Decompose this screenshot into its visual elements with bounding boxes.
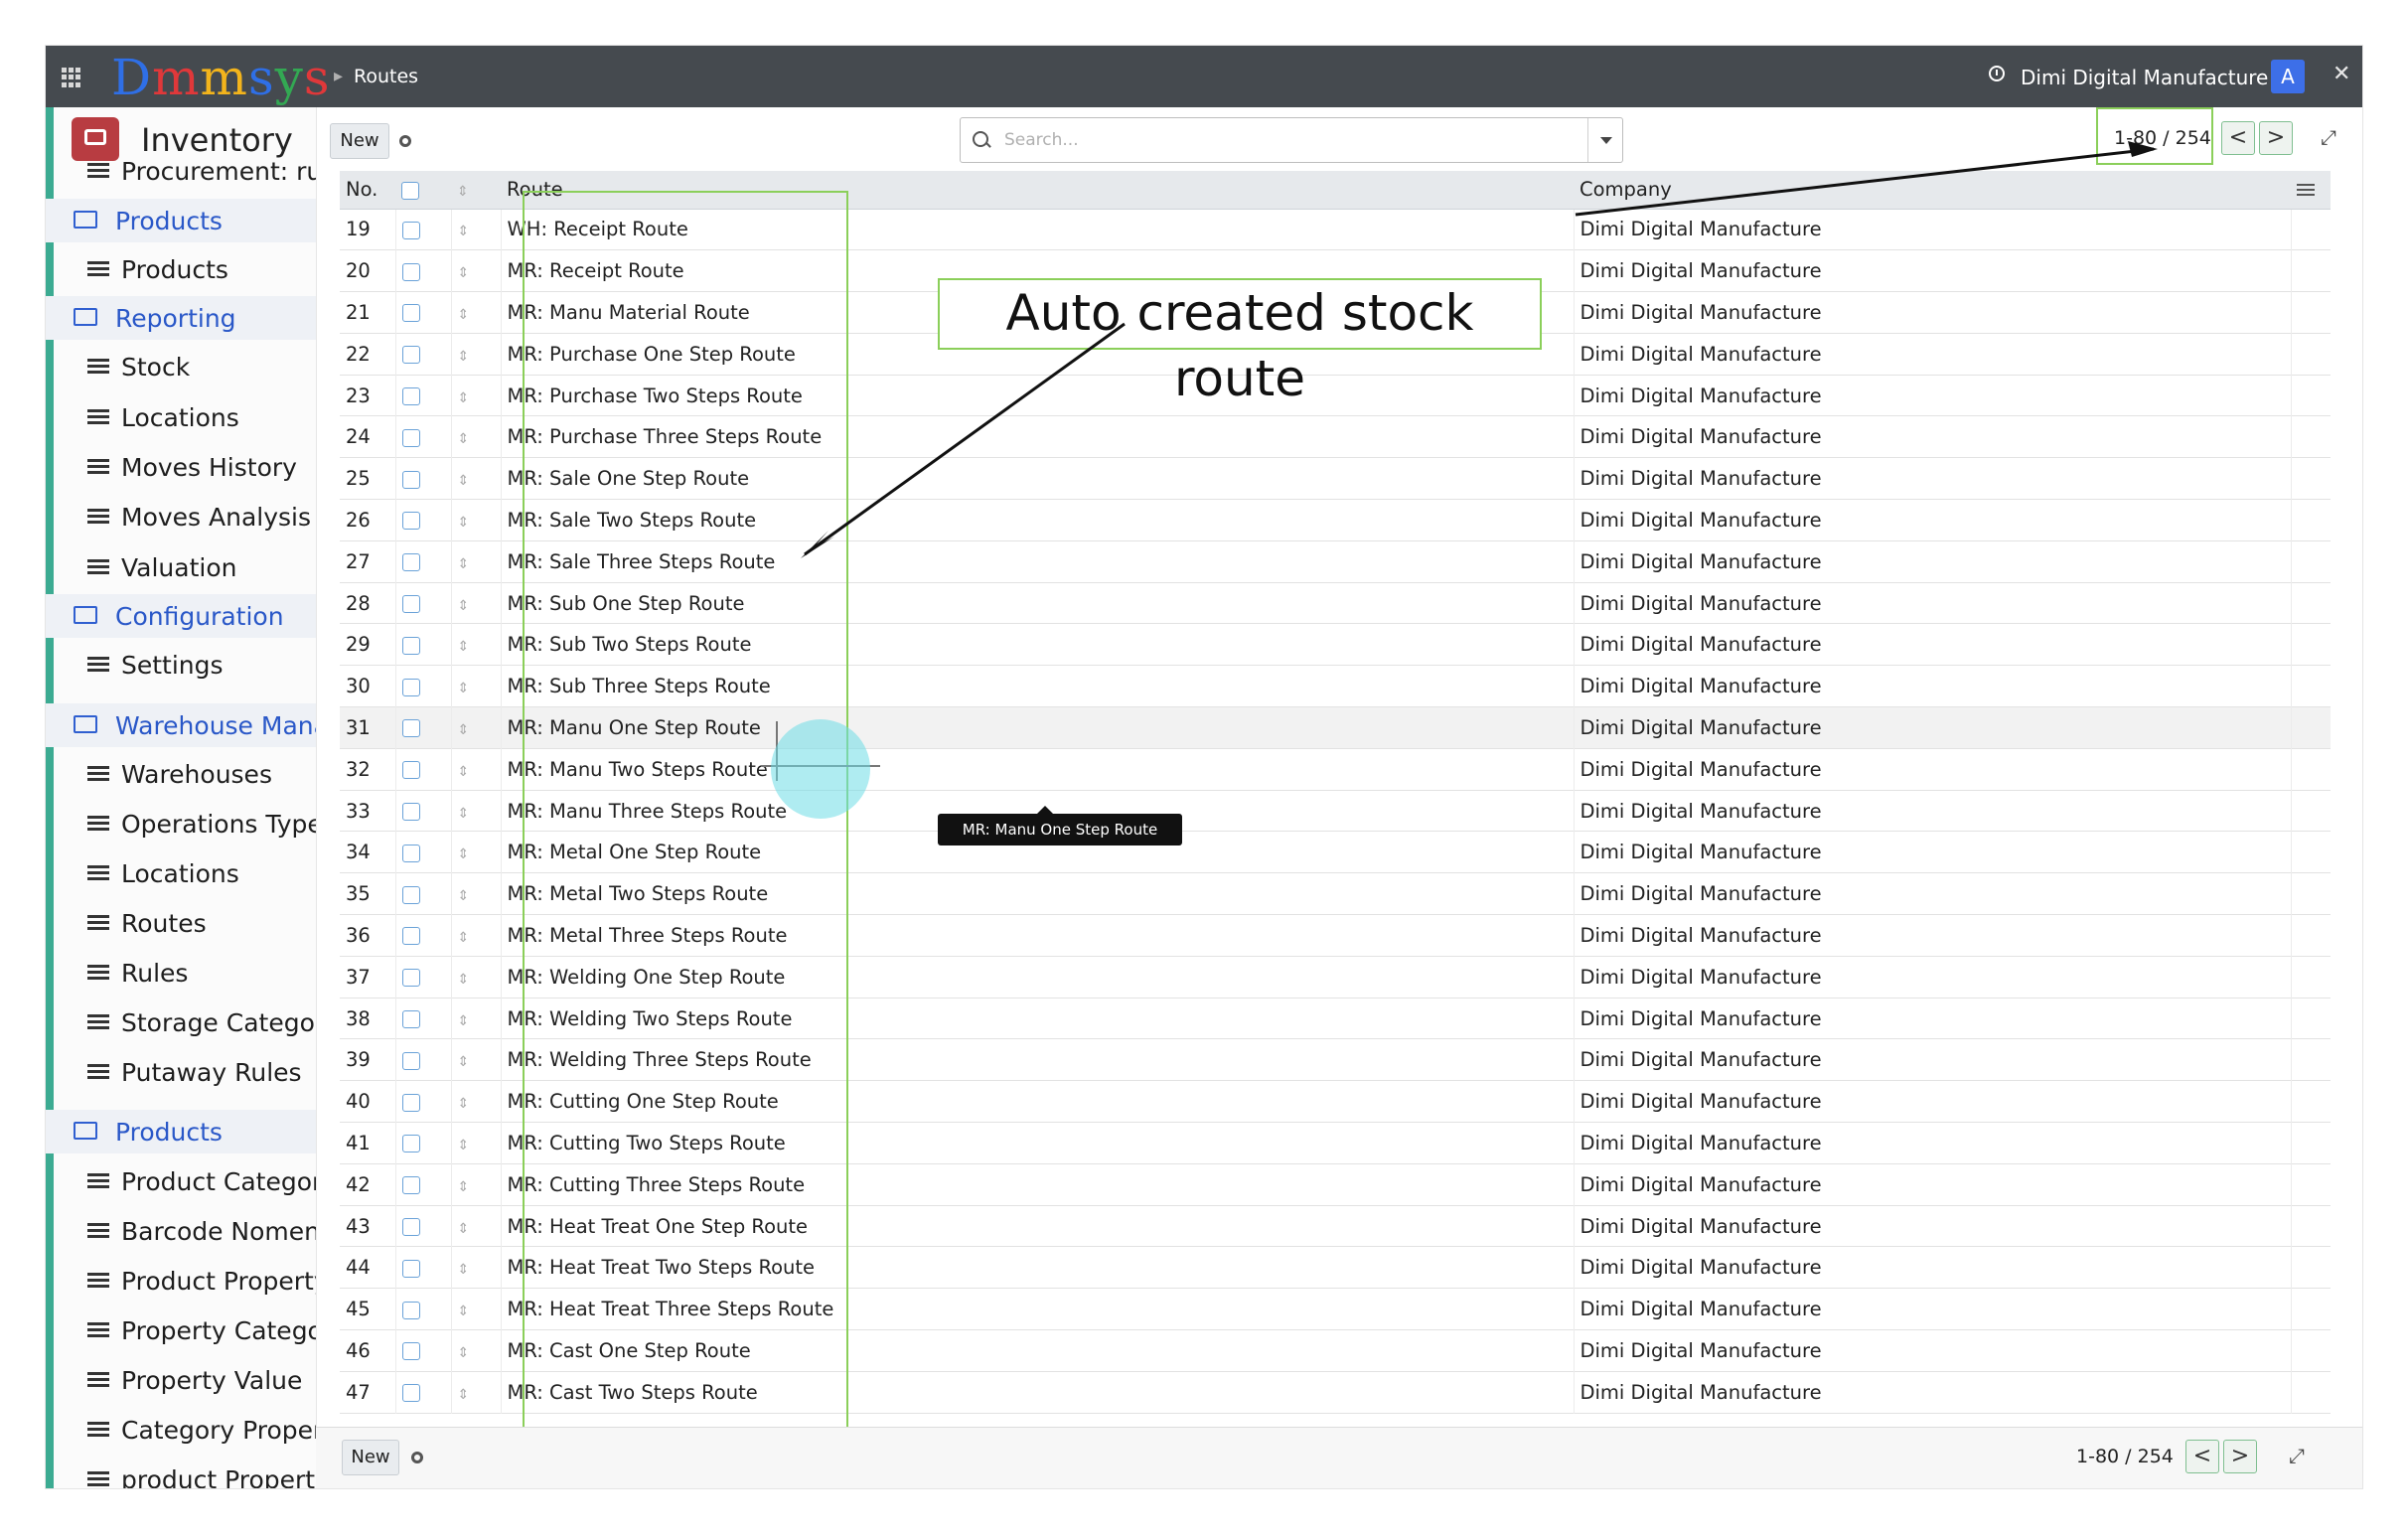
arrow-to-route	[804, 322, 1126, 556]
expand-icon[interactable]: ⤢	[2289, 1444, 2305, 1467]
arrow-head-pager	[2128, 141, 2158, 157]
pager-prev-button-bottom[interactable]: <	[2185, 1440, 2219, 1473]
route-tooltip: MR: Manu One Step Route	[938, 806, 1182, 845]
cursor-highlight	[771, 719, 870, 819]
pager-next-button-bottom[interactable]: >	[2223, 1440, 2257, 1473]
pager-value-bottom[interactable]: 1-80 / 254	[2076, 1446, 2174, 1467]
arrow-to-pager	[1575, 147, 2155, 217]
new-button-bottom[interactable]: New	[342, 1440, 399, 1475]
annotation-arrows	[761, 141, 2158, 781]
bottom-control-bar: New 1-80 / 254 < > ⤢	[316, 1427, 2362, 1488]
gear-icon[interactable]	[411, 1452, 423, 1463]
app-window: Dmmsys ▸ Routes Dimi Digital Manufacture…	[46, 46, 2362, 1488]
